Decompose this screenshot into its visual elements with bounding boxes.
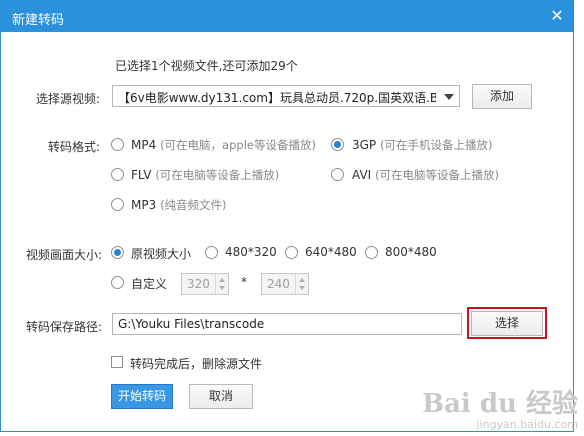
watermark-logo: Bai du 经验 [422,389,578,419]
source-video-dropdown[interactable]: 【6v电影www.dy131.com】玩具总动员.720p.国英双语.B... [112,85,460,107]
chevron-down-icon [444,94,454,100]
dialog-title: 新建转码 [12,13,65,28]
stepper-arrows[interactable] [215,274,228,294]
transcode-dialog: 新建转码 ✕ 已选择1个视频文件,还可添加29个 选择源视频: 【6v电影www… [0,0,574,432]
option-mp3-label: MP3 (纯音频文件) [131,198,227,212]
highlight-box [467,307,547,339]
custom-height-value: 240 [267,277,290,291]
chevron-down-icon[interactable] [219,286,225,290]
option-avi-label: AVI (可在电脑等设备上播放) [352,168,500,182]
option-800x480-label: 800*480 [385,245,437,259]
radio-640x480[interactable] [285,246,298,259]
radio-avi[interactable] [331,168,344,181]
save-path-input[interactable] [112,313,462,335]
option-mp4-label: MP4 (可在电脑，apple等设备播放) [131,138,316,152]
watermark-url: jingyan.baidu.com [476,418,578,431]
chevron-up-icon[interactable] [299,278,305,282]
title-bar[interactable]: 新建转码 ✕ [1,1,573,32]
video-size-label: 视频画面大小: [26,248,103,262]
radio-original-size[interactable] [111,246,124,259]
option-custom-size-label: 自定义 [131,277,168,291]
cancel-button[interactable]: 取消 [189,384,253,409]
save-path-label: 转码保存路径: [26,320,103,334]
delete-source-checkbox[interactable] [111,356,123,368]
chevron-up-icon[interactable] [219,278,225,282]
radio-480x320[interactable] [205,246,218,259]
close-icon[interactable]: ✕ [547,6,567,26]
custom-width-stepper[interactable]: 320 [181,273,229,295]
source-video-label: 选择源视频: [36,92,101,106]
option-3gp-label: 3GP (可在手机设备上播放) [352,138,493,152]
option-480x320-label: 480*320 [225,245,277,259]
radio-custom-size[interactable] [111,276,124,289]
start-transcode-button[interactable]: 开始转码 [111,384,173,409]
format-label: 转码格式: [48,140,101,154]
radio-800x480[interactable] [365,246,378,259]
source-video-selected: 【6v电影www.dy131.com】玩具总动员.720p.国英双语.B... [118,91,436,105]
add-button[interactable]: 添加 [472,84,532,109]
option-640x480-label: 640*480 [305,245,357,259]
option-flv-label: FLV (可在电脑等设备上播放) [131,168,280,182]
watermark: Bai du 经验 jingyan.baidu.com [422,391,578,430]
option-original-size-label: 原视频大小 [131,247,192,261]
size-separator: * [241,275,247,289]
radio-flv[interactable] [111,168,124,181]
selection-info: 已选择1个视频文件,还可添加29个 [115,59,298,73]
radio-mp3[interactable] [111,198,124,211]
radio-3gp[interactable] [331,138,344,151]
custom-width-value: 320 [187,277,210,291]
stepper-arrows[interactable] [295,274,308,294]
delete-source-label: 转码完成后，删除源文件 [130,357,263,371]
chevron-down-icon[interactable] [299,286,305,290]
radio-mp4[interactable] [111,138,124,151]
custom-height-stepper[interactable]: 240 [261,273,309,295]
